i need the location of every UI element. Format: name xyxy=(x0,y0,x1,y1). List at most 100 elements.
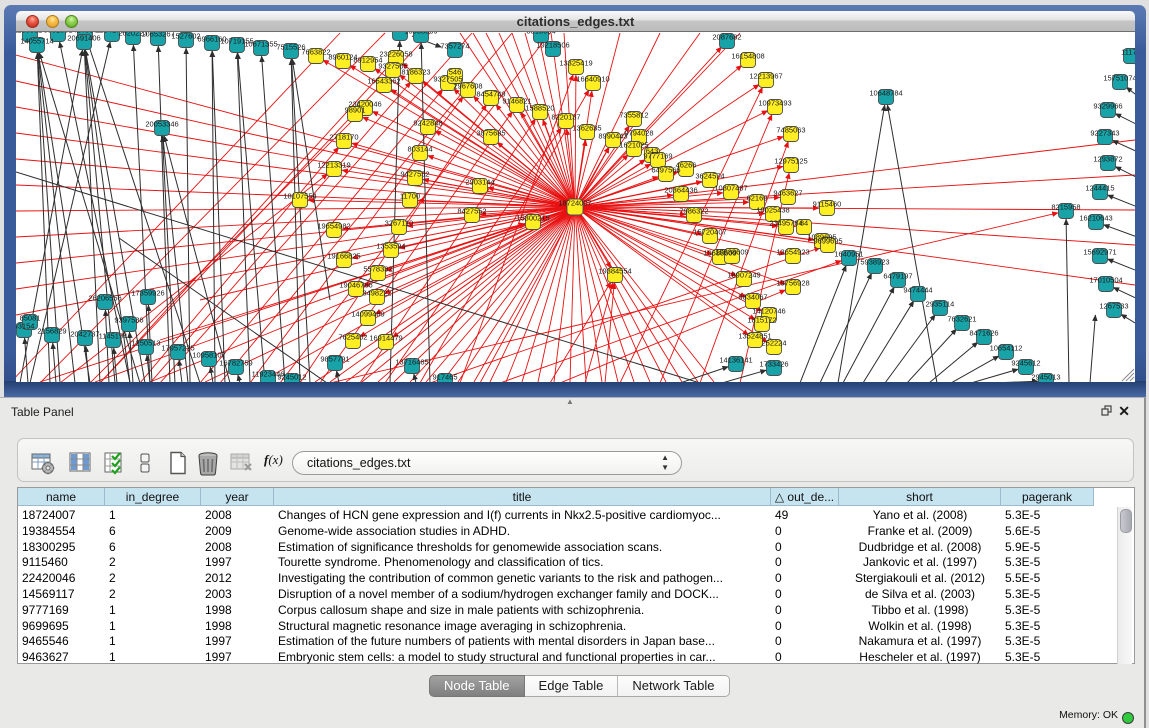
svg-text:84: 84 xyxy=(800,219,808,228)
svg-text:2903144: 2903144 xyxy=(465,178,494,187)
svg-text:1527602: 1527602 xyxy=(171,32,200,41)
svg-text:2945013: 2945013 xyxy=(1031,373,1060,382)
svg-text:2087682: 2087682 xyxy=(712,33,741,42)
svg-text:20691406: 20691406 xyxy=(67,34,100,43)
svg-text:8454749: 8454749 xyxy=(476,90,505,99)
svg-text:803144: 803144 xyxy=(407,145,432,154)
svg-text:10025438: 10025438 xyxy=(756,206,789,215)
svg-text:14055714: 14055714 xyxy=(20,37,53,46)
svg-text:9397586: 9397586 xyxy=(114,316,143,325)
svg-text:9794028: 9794028 xyxy=(624,129,653,138)
svg-text:8471626: 8471626 xyxy=(969,329,998,338)
svg-text:17010504: 17010504 xyxy=(1089,276,1122,285)
svg-text:9857791: 9857791 xyxy=(320,355,349,364)
svg-text:8186323: 8186323 xyxy=(401,68,430,77)
svg-text:11170: 11170 xyxy=(1121,48,1135,57)
svg-text:1815172: 1815172 xyxy=(747,316,776,325)
svg-text:26206556: 26206556 xyxy=(88,294,121,303)
svg-text:10807487: 10807487 xyxy=(714,184,747,193)
svg-text:3267110: 3267110 xyxy=(385,219,414,228)
svg-text:8215958: 8215958 xyxy=(1051,203,1080,212)
svg-text:1588520: 1588520 xyxy=(525,104,554,113)
svg-text:10688609: 10688609 xyxy=(715,248,748,257)
svg-text:7986322: 7986322 xyxy=(679,207,708,216)
svg-text:14120746: 14120746 xyxy=(752,307,785,316)
svg-text:9699695: 9699695 xyxy=(813,237,842,246)
svg-text:19384554: 19384554 xyxy=(598,267,631,276)
svg-text:19218506: 19218506 xyxy=(536,41,569,50)
svg-text:15751074: 15751074 xyxy=(1103,74,1135,83)
svg-text:15692971: 15692971 xyxy=(1083,248,1116,257)
svg-text:14099489: 14099489 xyxy=(351,310,384,319)
svg-text:23495784: 23495784 xyxy=(769,219,802,228)
svg-text:18107554: 18107554 xyxy=(283,192,316,201)
svg-text:1293872: 1293872 xyxy=(1093,155,1122,164)
svg-text:2935114: 2935114 xyxy=(926,300,955,309)
svg-text:8427552: 8427552 xyxy=(457,207,486,216)
svg-text:8990443: 8990443 xyxy=(598,132,627,141)
svg-text:19166825: 19166825 xyxy=(327,252,360,261)
svg-text:1244415: 1244415 xyxy=(1085,184,1114,193)
svg-text:85081: 85081 xyxy=(20,314,41,323)
svg-text:11700: 11700 xyxy=(400,192,420,201)
svg-text:9245012: 9245012 xyxy=(277,373,306,382)
svg-text:46266: 46266 xyxy=(676,161,697,170)
svg-text:12213319: 12213319 xyxy=(317,161,350,170)
svg-text:20364436: 20364436 xyxy=(664,186,697,195)
svg-text:2718170: 2718170 xyxy=(329,133,358,142)
svg-text:3624574: 3624574 xyxy=(695,172,724,181)
svg-text:9777169: 9777169 xyxy=(643,152,672,161)
svg-text:7625402: 7625402 xyxy=(338,333,367,342)
svg-text:2156829: 2156829 xyxy=(37,327,66,336)
svg-text:13716485: 13716485 xyxy=(395,358,428,367)
svg-text:1267533: 1267533 xyxy=(1099,302,1128,311)
svg-text:12975125: 12975125 xyxy=(774,157,807,166)
svg-text:8813054: 8813054 xyxy=(526,32,555,36)
svg-text:7632621: 7632621 xyxy=(947,315,976,324)
svg-text:14136141: 14136141 xyxy=(719,356,752,365)
svg-text:3498222: 3498222 xyxy=(362,289,391,298)
svg-text:16543362: 16543362 xyxy=(367,77,400,86)
svg-text:9115460: 9115460 xyxy=(813,200,842,209)
svg-text:19756928: 19756928 xyxy=(776,279,809,288)
svg-text:17957225: 17957225 xyxy=(161,344,194,353)
svg-text:20053346: 20053346 xyxy=(145,120,178,129)
svg-text:252224: 252224 xyxy=(761,339,786,348)
svg-text:6479197: 6479197 xyxy=(883,272,912,281)
svg-text:917465: 917465 xyxy=(432,373,457,382)
svg-text:16782759: 16782759 xyxy=(219,359,252,368)
svg-text:19654982: 19654982 xyxy=(317,222,350,231)
svg-text:7355812: 7355812 xyxy=(619,111,648,120)
svg-text:1640951: 1640951 xyxy=(834,250,863,259)
svg-text:23226058: 23226058 xyxy=(379,50,412,59)
svg-text:1353594: 1353594 xyxy=(376,242,405,251)
svg-text:16033809: 16033809 xyxy=(404,32,437,36)
svg-text:1250513: 1250513 xyxy=(131,339,160,348)
svg-text:3875685: 3875685 xyxy=(476,129,505,138)
svg-text:10648784: 10648784 xyxy=(869,89,902,98)
svg-text:13325419: 13325419 xyxy=(559,59,592,68)
svg-text:13654923: 13654923 xyxy=(776,248,809,257)
svg-text:9242848: 9242848 xyxy=(413,119,442,128)
svg-text:5578332: 5578332 xyxy=(363,265,392,274)
svg-text:1362635: 1362635 xyxy=(572,124,601,133)
svg-text:9474444: 9474444 xyxy=(903,286,932,295)
svg-text:11866024: 11866024 xyxy=(16,32,46,35)
svg-text:12213967: 12213967 xyxy=(749,72,782,81)
svg-text:7485063: 7485063 xyxy=(776,126,805,135)
svg-text:8220137: 8220137 xyxy=(551,113,580,122)
svg-text:546: 546 xyxy=(449,68,462,77)
svg-text:1145194: 1145194 xyxy=(99,332,128,341)
svg-text:9227343: 9227343 xyxy=(1090,129,1119,138)
svg-text:1733426: 1733426 xyxy=(759,360,788,369)
svg-text:16154808: 16154808 xyxy=(731,52,764,61)
svg-text:93154: 93154 xyxy=(16,322,34,331)
svg-text:9245612: 9245612 xyxy=(1011,359,1040,368)
svg-text:1621025: 1621025 xyxy=(619,141,648,150)
svg-text:16914479: 16914479 xyxy=(369,334,402,343)
svg-text:7357274: 7357274 xyxy=(440,42,469,51)
svg-text:9329966: 9329966 xyxy=(1093,102,1122,111)
svg-text:16210643: 16210643 xyxy=(1079,214,1112,223)
svg-text:10671355: 10671355 xyxy=(244,40,277,49)
svg-text:5938923: 5938923 xyxy=(860,258,889,267)
